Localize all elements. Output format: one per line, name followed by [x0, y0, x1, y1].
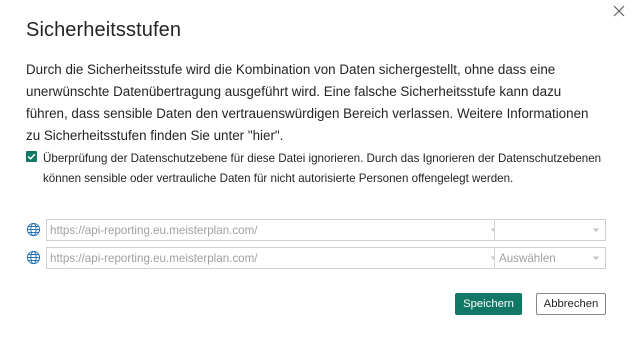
privacy-levels-dialog: Sicherheitsstufen Durch die Sicherheitss… [0, 0, 634, 342]
data-source-url: https://api-reporting.eu.meisterplan.com… [50, 223, 258, 237]
data-source-row: https://api-reporting.eu.meisterplan.com… [26, 219, 608, 241]
ignore-privacy-label[interactable]: Überprüfung der Datenschutzebene für die… [43, 149, 603, 189]
cancel-button[interactable]: Abbrechen [536, 293, 606, 315]
data-source-url: https://api-reporting.eu.meisterplan.com… [50, 251, 258, 265]
globe-icon [26, 222, 41, 237]
dialog-description: Durch die Sicherheitsstufe wird die Komb… [26, 62, 589, 143]
data-source-url-field: https://api-reporting.eu.meisterplan.com… [46, 219, 504, 241]
data-source-url-field: https://api-reporting.eu.meisterplan.com… [46, 247, 504, 269]
checkmark-icon [27, 153, 36, 160]
close-icon [613, 5, 625, 17]
chevron-down-icon [587, 228, 605, 233]
save-button[interactable]: Speichern [455, 293, 522, 315]
chevron-down-icon [587, 256, 605, 261]
data-source-row: https://api-reporting.eu.meisterplan.com… [26, 247, 608, 269]
dialog-title: Sicherheitsstufen [26, 19, 182, 41]
privacy-level-select[interactable]: Auswählen [494, 247, 606, 269]
privacy-level-select[interactable] [494, 219, 606, 241]
globe-icon [26, 250, 41, 265]
ignore-privacy-checkbox[interactable] [26, 151, 37, 162]
close-button[interactable] [608, 2, 630, 20]
privacy-level-value: Auswählen [499, 251, 556, 265]
